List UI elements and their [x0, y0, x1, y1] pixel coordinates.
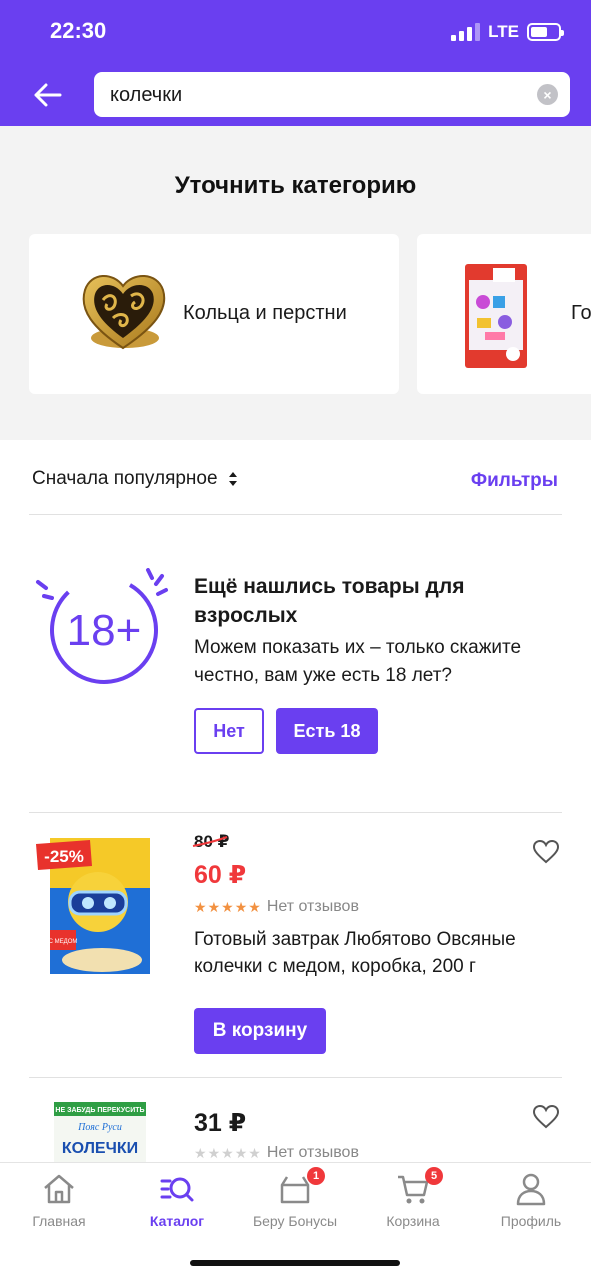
product-price: 31 ₽ — [194, 1109, 247, 1137]
divider — [29, 812, 562, 813]
product-price: 60 ₽ — [194, 861, 247, 889]
network-label: LTE — [488, 22, 519, 41]
battery-icon — [527, 23, 564, 41]
nav-item-profile[interactable]: Профиль — [476, 1171, 586, 1229]
adult-no-button[interactable]: Нет — [194, 708, 264, 754]
product-title[interactable]: Готовый завтрак Любятово Овсяные колечки… — [194, 926, 554, 980]
nav-label: Беру Бонусы — [252, 1213, 338, 1229]
divider — [29, 514, 562, 515]
category-label: Го — [571, 302, 591, 324]
adult-badge-text: 18+ — [67, 606, 142, 655]
product-image: С МЕДОМ -25% — [36, 838, 150, 974]
status-time: 22:30 — [50, 18, 107, 43]
rating-stars-icon: ★ ★ ★ ★ ★ — [194, 1144, 261, 1161]
category-section: Уточнить категорию Кольца и перстни Го — [0, 126, 591, 440]
filters-button[interactable]: Фильтры — [471, 470, 558, 492]
adult-18-icon: 18+ — [36, 568, 168, 684]
profile-icon — [516, 1173, 546, 1206]
adult-yes-button[interactable]: Есть 18 — [276, 708, 378, 754]
ring-image — [82, 275, 166, 350]
discount-badge: -25% — [44, 847, 84, 866]
home-icon — [44, 1174, 74, 1204]
heart-icon[interactable] — [533, 1105, 559, 1129]
sort-dropdown[interactable]: Сначала популярное — [32, 468, 238, 490]
category-card-games[interactable]: Го — [417, 234, 591, 394]
category-card-rings[interactable]: Кольца и перстни — [29, 234, 399, 394]
add-to-cart-button[interactable]: В корзину — [194, 1008, 326, 1054]
status-indicators: LTE — [451, 22, 564, 42]
sort-label: Сначала популярное — [32, 468, 218, 489]
nav-item-bonus[interactable]: 1 Беру Бонусы — [240, 1167, 350, 1229]
product-image: НЕ ЗАБУДЬ ПЕРЕКУСИТЬ Пояс Руси КОЛЕЧКИ — [54, 1102, 146, 1162]
clear-icon[interactable]: × — [537, 84, 558, 105]
nav-item-home[interactable]: Главная — [4, 1171, 114, 1229]
product-rating: ★ ★ ★ ★ ★ Нет отзывов — [194, 898, 359, 916]
app-header: 22:30 LTE × — [0, 0, 591, 126]
adult-notice-text: Можем показать их – только скажите честн… — [194, 637, 522, 686]
package-name: КОЛЕЧКИ — [62, 1140, 138, 1157]
sort-arrows-icon — [228, 472, 237, 486]
reviews-count: Нет отзывов — [266, 898, 359, 915]
signal-icon — [451, 23, 481, 41]
nav-label: Главная — [32, 1213, 86, 1229]
home-indicator — [190, 1260, 400, 1266]
toy-box-image — [465, 264, 527, 368]
category-label: Кольца и перстни — [183, 302, 347, 324]
nav-item-catalog[interactable]: Каталог — [122, 1171, 232, 1229]
nav-label: Корзина — [386, 1213, 440, 1229]
package-brand: Пояс Руси — [77, 1122, 122, 1133]
package-text: С МЕДОМ — [49, 939, 78, 945]
nav-item-cart[interactable]: 5 Корзина — [358, 1167, 468, 1229]
strike-icon — [192, 836, 228, 847]
reviews-count: Нет отзывов — [266, 1144, 359, 1161]
cart-badge: 5 — [425, 1167, 443, 1185]
old-price: 80 ₽ — [192, 832, 230, 851]
heart-icon[interactable] — [533, 840, 559, 864]
nav-label: Каталог — [149, 1213, 205, 1229]
product-rating: ★ ★ ★ ★ ★ Нет отзывов — [194, 1144, 359, 1162]
arrow-left-icon — [34, 83, 62, 107]
package-banner: НЕ ЗАБУДЬ ПЕРЕКУСИТЬ — [55, 1107, 144, 1114]
adult-notice-title: Ещё нашлись товары для взрослых — [194, 575, 465, 627]
nav-label: Профиль — [500, 1213, 562, 1229]
bonus-badge: 1 — [307, 1167, 325, 1185]
back-button[interactable] — [30, 78, 66, 112]
category-section-title: Уточнить категорию — [174, 172, 417, 199]
rating-stars-icon: ★ ★ ★ ★ ★ — [194, 898, 261, 915]
catalog-search-icon — [160, 1177, 194, 1202]
search-input[interactable] — [110, 82, 520, 108]
search-field[interactable]: × — [94, 72, 570, 117]
divider — [29, 1077, 562, 1078]
